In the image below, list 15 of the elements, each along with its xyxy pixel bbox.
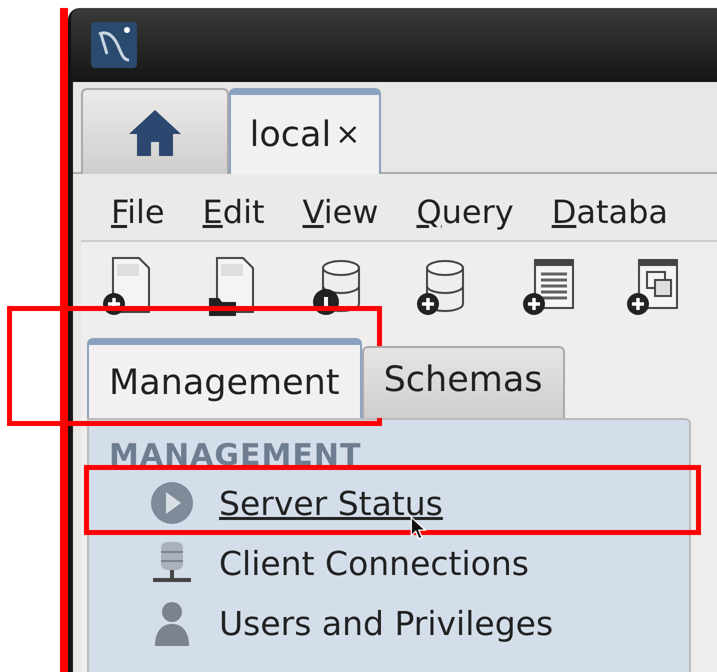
sidebar-item[interactable]: Client Connections (219, 544, 529, 582)
sidebar-tab[interactable]: Schemas (362, 346, 565, 418)
connection-tab[interactable]: local× (229, 88, 381, 174)
menu-item[interactable]: File (111, 193, 165, 231)
home-tab[interactable] (81, 88, 229, 174)
close-icon[interactable]: × (335, 117, 360, 152)
menu-item[interactable]: Edit (202, 193, 265, 231)
play-icon (149, 480, 195, 526)
sidebar-tab[interactable]: Management (87, 338, 362, 418)
menu-item[interactable]: Databa (552, 193, 668, 231)
sidebar-item[interactable]: Server Status (219, 484, 443, 522)
menu-item[interactable]: View (302, 193, 378, 231)
menu-item[interactable]: Query (416, 193, 514, 231)
section-title: MANAGEMENT (109, 438, 362, 473)
sidebar-item[interactable]: Users and Privileges (219, 604, 554, 642)
